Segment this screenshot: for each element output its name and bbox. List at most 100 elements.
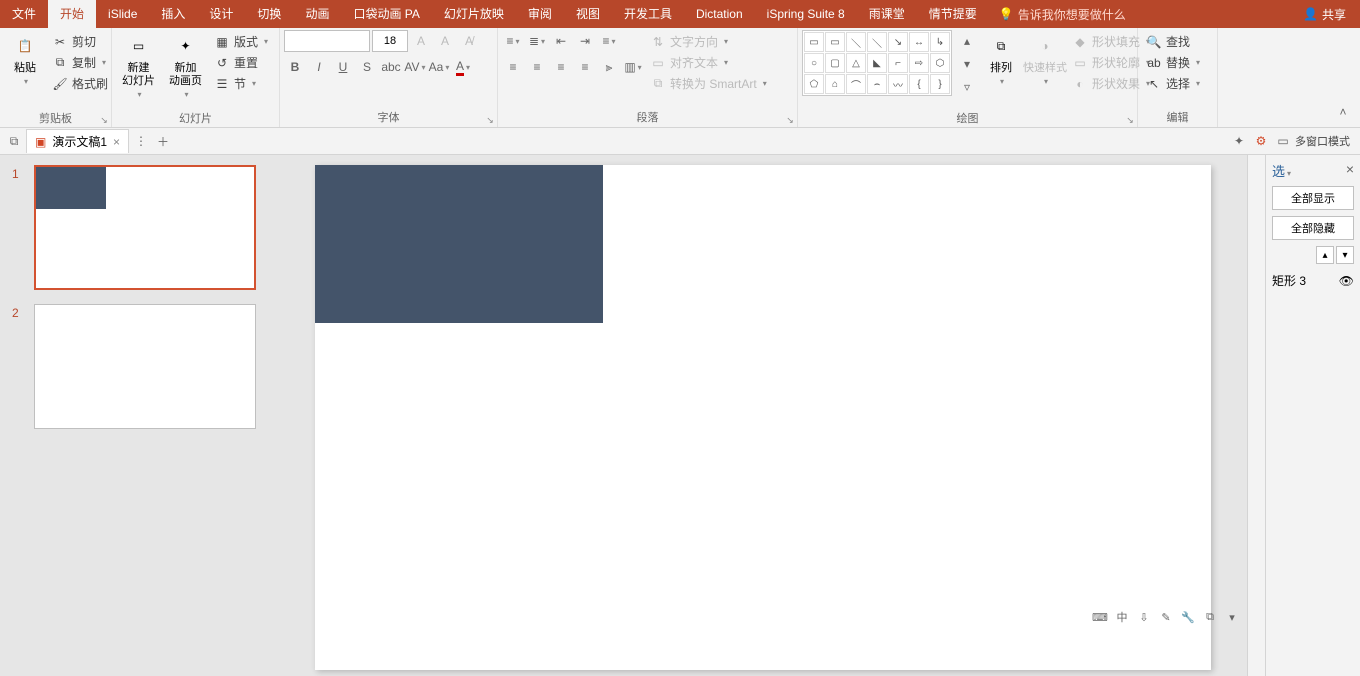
linespacing-icon[interactable]: ≡	[598, 30, 620, 52]
gear-icon[interactable]: ⚙	[1251, 131, 1271, 151]
quick-styles-button[interactable]: ◑ 快速样式	[1024, 30, 1066, 108]
dedent-icon[interactable]: ⇤	[550, 30, 572, 52]
distribute-icon[interactable]: ⫸	[598, 56, 620, 78]
align-right-icon[interactable]: ≡	[550, 56, 572, 78]
ime1-icon[interactable]: ⌨	[1091, 608, 1109, 626]
tab-pa[interactable]: 口袋动画 PA	[341, 0, 431, 28]
paragraph-launcher-icon[interactable]: ↘	[785, 115, 795, 125]
close-tab-icon[interactable]: ×	[113, 135, 120, 149]
tab-insert[interactable]: 插入	[149, 0, 197, 28]
slide-canvas-area[interactable]: ⌨ 中 ⇩ ✎ 🔧 ⧉ ▾	[278, 155, 1247, 676]
align-text-button[interactable]: ▭对齐文本	[646, 53, 771, 72]
format-painter-button[interactable]: 🖌格式刷	[48, 74, 112, 93]
rectangle-shape[interactable]	[315, 165, 603, 323]
clear-format-icon[interactable]: A̸	[458, 30, 480, 52]
shape-textbox-icon[interactable]: ▭	[825, 32, 845, 52]
numbering-icon[interactable]: ≣	[526, 30, 548, 52]
justify-icon[interactable]: ≡	[574, 56, 596, 78]
tell-me-search[interactable]: 💡 告诉我你想要做什么	[989, 6, 1126, 23]
tab-transition[interactable]: 切换	[245, 0, 293, 28]
ime2-icon[interactable]: 中	[1113, 608, 1131, 626]
copy-button[interactable]: ⧉复制	[48, 53, 112, 72]
slide[interactable]	[315, 165, 1211, 670]
shape-hex-icon[interactable]: ⬡	[930, 53, 950, 73]
font-size-input[interactable]	[372, 30, 408, 52]
visibility-icon[interactable]: 👁	[1339, 274, 1354, 288]
add-tab-icon[interactable]: ＋	[153, 131, 173, 151]
tab-rain[interactable]: 雨课堂	[857, 0, 917, 28]
underline-icon[interactable]: U	[332, 56, 354, 78]
font-color-icon[interactable]: A	[452, 56, 474, 78]
columns-icon[interactable]: ▥	[622, 56, 644, 78]
replace-button[interactable]: ab替换	[1142, 53, 1204, 72]
shape-brace2-icon[interactable]: }	[930, 74, 950, 94]
shape-line-icon[interactable]: ＼	[846, 32, 866, 52]
tab-slideshow[interactable]: 幻灯片放映	[432, 0, 516, 28]
shape-flow1-icon[interactable]: ⬠	[804, 74, 824, 94]
shape-curve-icon[interactable]: ⌒	[846, 74, 866, 94]
reset-button[interactable]: ↺重置	[210, 53, 272, 72]
hide-all-button[interactable]: 全部隐藏	[1272, 216, 1354, 240]
strike-icon[interactable]: S	[356, 56, 378, 78]
gallery-down-icon[interactable]: ▾	[956, 53, 978, 75]
align-left-icon[interactable]: ≡	[502, 56, 524, 78]
gallery-up-icon[interactable]: ▴	[956, 30, 978, 52]
move-up-icon[interactable]: ▴	[1316, 246, 1334, 264]
case-icon[interactable]: Aa	[428, 56, 450, 78]
clipboard-launcher-icon[interactable]: ↘	[99, 115, 109, 125]
ime5-icon[interactable]: 🔧	[1179, 608, 1197, 626]
layout-button[interactable]: ▦版式	[210, 32, 272, 51]
shape-wave-icon[interactable]: 〰	[888, 74, 908, 94]
tab-review[interactable]: 审阅	[516, 0, 564, 28]
tab-view[interactable]: 视图	[564, 0, 612, 28]
font-launcher-icon[interactable]: ↘	[485, 115, 495, 125]
selection-item[interactable]: 矩形 3 👁	[1272, 270, 1354, 291]
italic-icon[interactable]: I	[308, 56, 330, 78]
ime7-icon[interactable]: ▾	[1223, 608, 1241, 626]
font-name-input[interactable]	[284, 30, 370, 52]
text-direction-button[interactable]: ⇅文字方向	[646, 32, 771, 51]
share-button[interactable]: 👤 共享	[1289, 6, 1360, 23]
select-button[interactable]: ↖选择	[1142, 74, 1204, 93]
shape-gallery[interactable]: ▭▭＼＼↘↔↳ ○▢△◣⌐⇨⬡ ⬠⌂⌒⌢〰{}	[802, 30, 952, 96]
arrange-button[interactable]: ⧉ 排列	[980, 30, 1022, 108]
gallery-more-icon[interactable]: ▿	[956, 76, 978, 98]
shape-flow2-icon[interactable]: ⌂	[825, 74, 845, 94]
find-button[interactable]: 🔍查找	[1142, 32, 1204, 51]
tab-menu-icon[interactable]: ⋮	[131, 131, 151, 151]
shape-curve2-icon[interactable]: ⌢	[867, 74, 887, 94]
add-anim-page-button[interactable]: ✦ 新加 动画页	[163, 30, 208, 108]
thumbnails-toggle-icon[interactable]: ⧉	[4, 131, 24, 151]
shape-rarrow-icon[interactable]: ⇨	[909, 53, 929, 73]
tab-home[interactable]: 开始	[48, 0, 96, 28]
drawing-launcher-icon[interactable]: ↘	[1125, 115, 1135, 125]
grow-font-icon[interactable]: A	[410, 30, 432, 52]
tab-dictation[interactable]: Dictation	[684, 0, 755, 28]
shrink-font-icon[interactable]: A	[434, 30, 456, 52]
cut-button[interactable]: ✂剪切	[48, 32, 112, 51]
shape-arrow-icon[interactable]: ↘	[888, 32, 908, 52]
shape-line2-icon[interactable]: ＼	[867, 32, 887, 52]
shadow-icon[interactable]: abc	[380, 56, 402, 78]
show-all-button[interactable]: 全部显示	[1272, 186, 1354, 210]
slide-thumbnail-1[interactable]	[34, 165, 256, 290]
close-pane-icon[interactable]: ×	[1346, 161, 1354, 177]
shape-corner-icon[interactable]: ⌐	[888, 53, 908, 73]
align-center-icon[interactable]: ≡	[526, 56, 548, 78]
tab-file[interactable]: 文件	[0, 0, 48, 28]
shape-conn-icon[interactable]: ↳	[930, 32, 950, 52]
indent-icon[interactable]: ⇥	[574, 30, 596, 52]
ime6-icon[interactable]: ⧉	[1201, 608, 1219, 626]
ext1-icon[interactable]: ✦	[1229, 131, 1249, 151]
tab-developer[interactable]: 开发工具	[612, 0, 684, 28]
move-down-icon[interactable]: ▾	[1336, 246, 1354, 264]
smartart-button[interactable]: ⧉转换为 SmartArt	[646, 74, 771, 93]
tab-islide[interactable]: iSlide	[96, 0, 149, 28]
bullets-icon[interactable]: ≡	[502, 30, 524, 52]
slide-thumbnail-2[interactable]	[34, 304, 256, 429]
multi-window-label[interactable]: 多窗口模式	[1295, 133, 1356, 149]
vertical-scrollbar[interactable]	[1247, 155, 1265, 676]
thumbnail-pane[interactable]: 1 2	[0, 155, 278, 676]
tab-plot[interactable]: 情节提要	[917, 0, 989, 28]
shape-brace-icon[interactable]: {	[909, 74, 929, 94]
